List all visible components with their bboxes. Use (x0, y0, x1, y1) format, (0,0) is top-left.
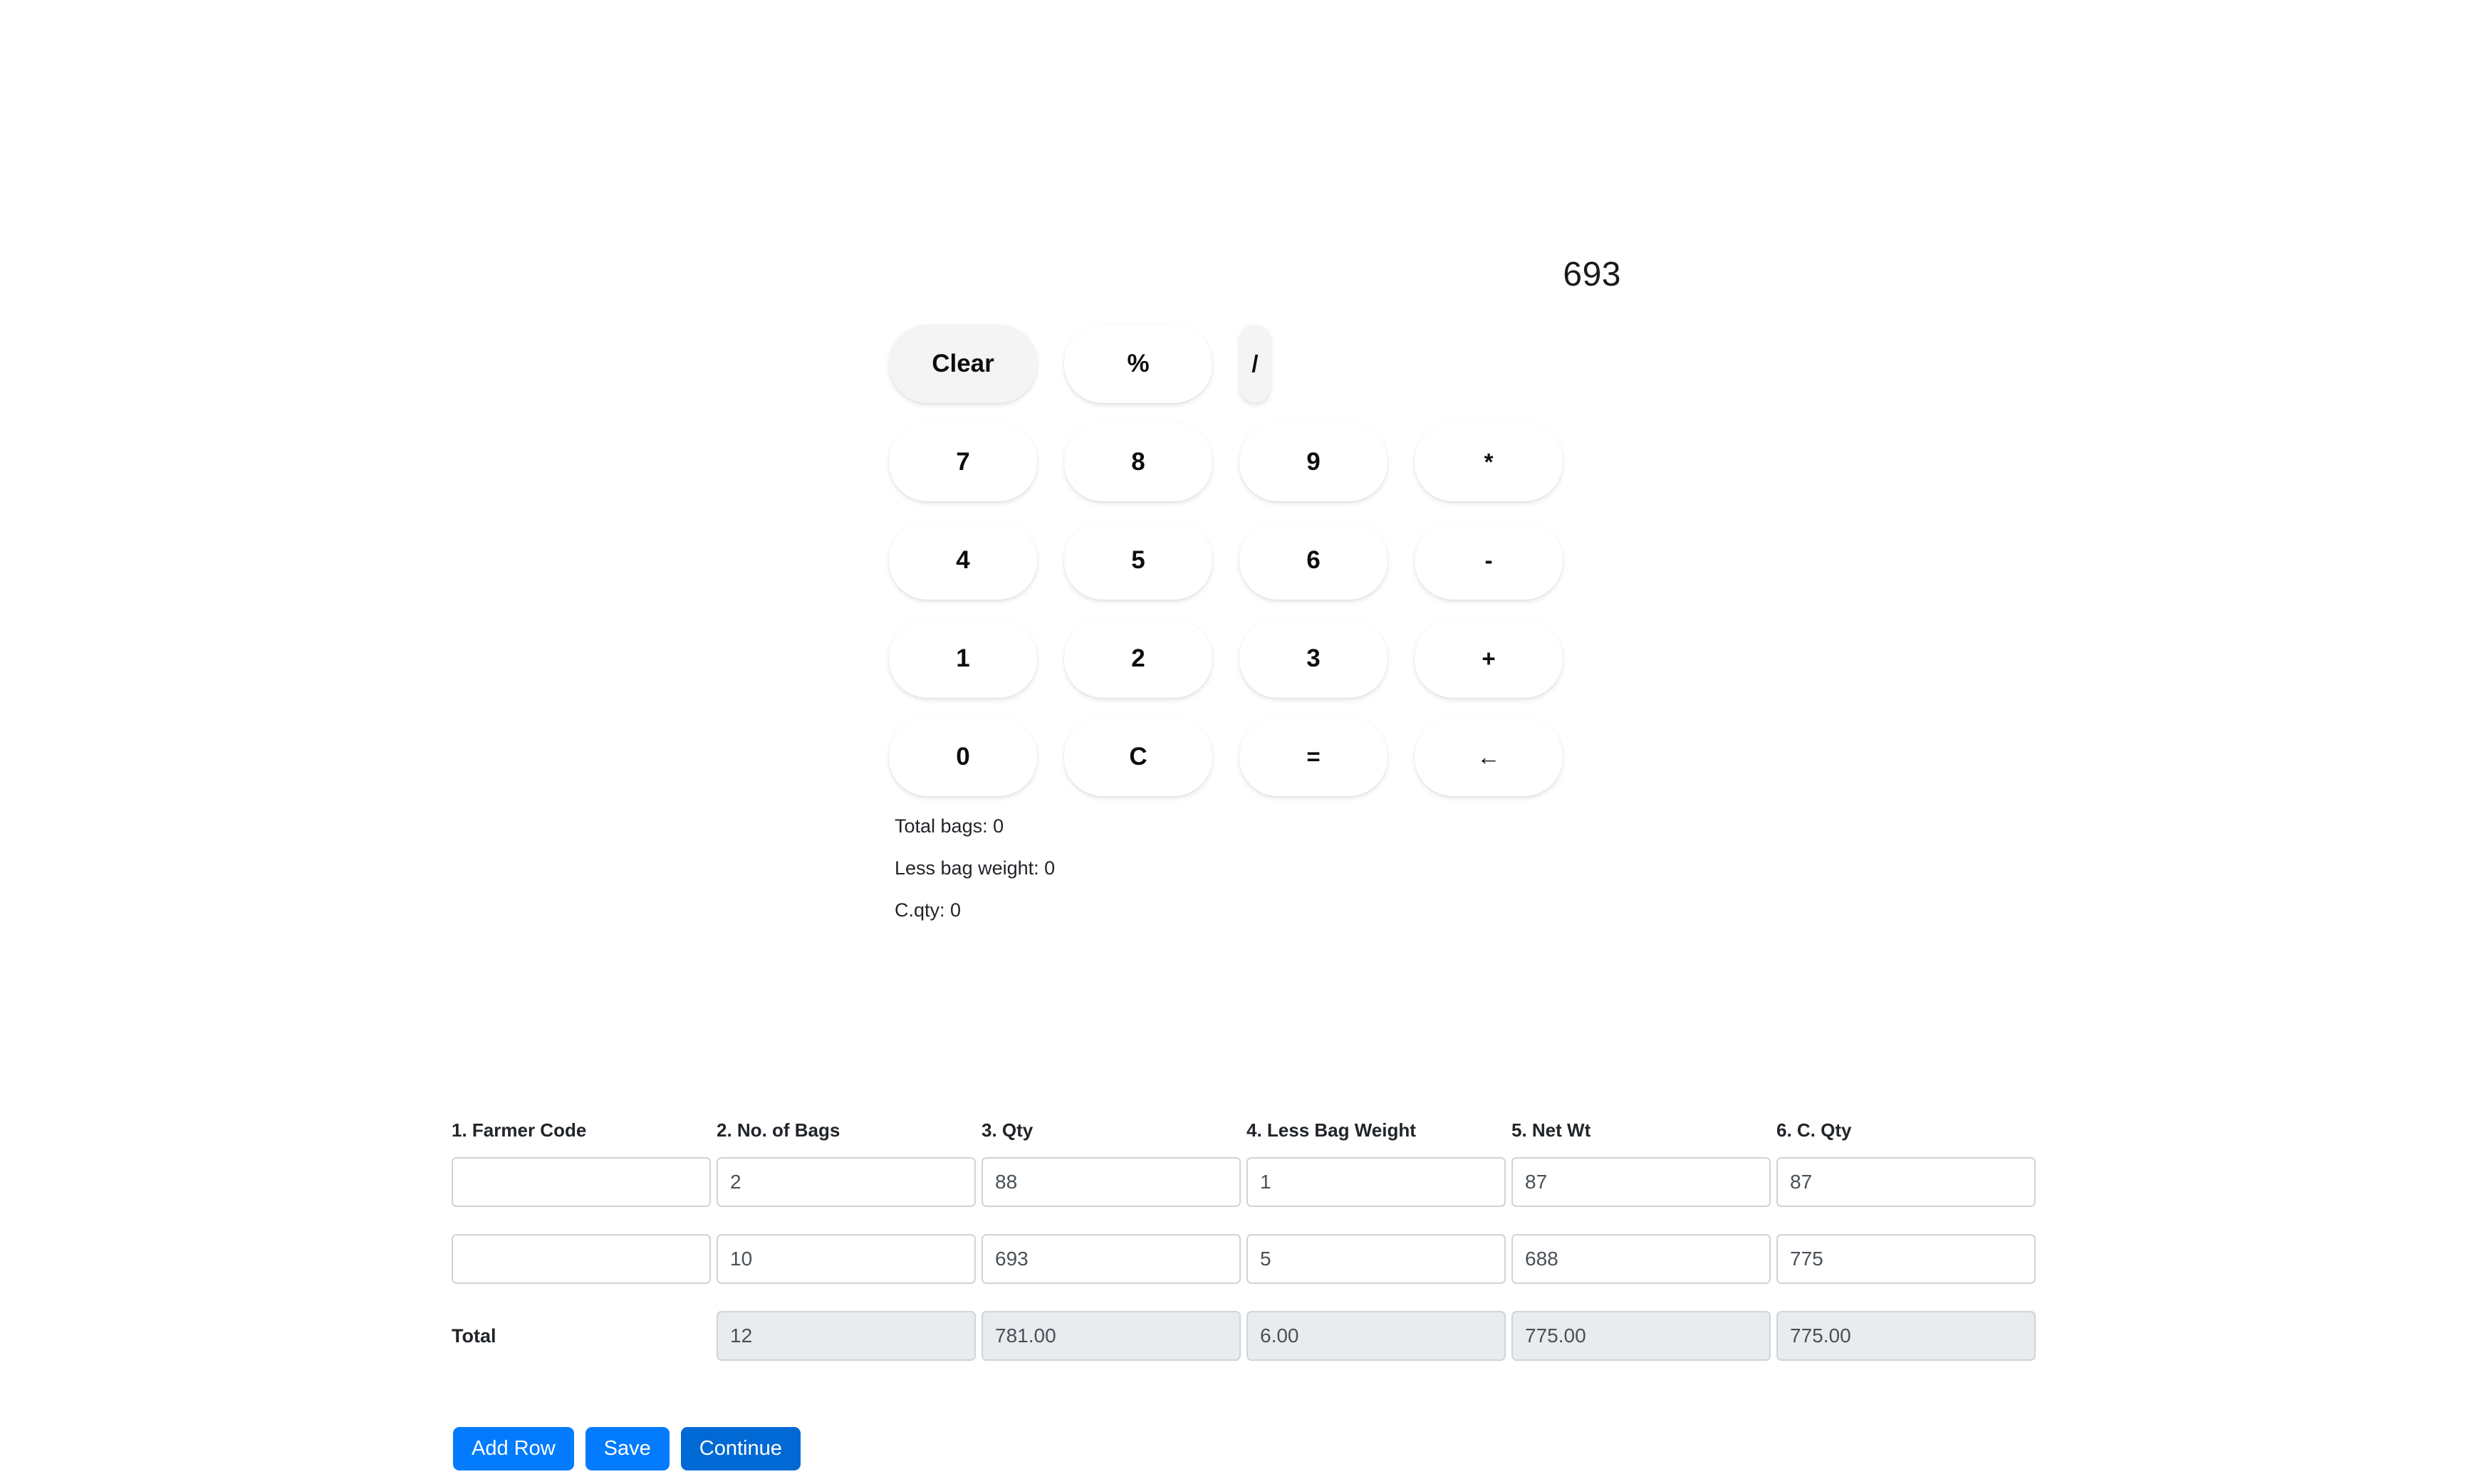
cell-less-bag-weight (1246, 1157, 1511, 1207)
column-header-no-of-bags: 2. No. of Bags (717, 1119, 840, 1141)
input-less-bag-weight-row2[interactable] (1246, 1234, 1506, 1284)
summary-less-bag-weight: Less bag weight: 0 (895, 857, 1056, 879)
table-row (452, 1234, 2054, 1284)
keypad-row-789: 7 8 9 * (889, 423, 1627, 501)
cell-c-qty (1776, 1234, 2041, 1284)
key-3[interactable]: 3 (1239, 620, 1388, 698)
key-c[interactable]: C (1064, 718, 1212, 796)
input-farmer-code-row2[interactable] (452, 1234, 711, 1284)
key-8[interactable]: 8 (1064, 423, 1212, 501)
keypad-row-bottom: 0 C = ← (889, 718, 1627, 796)
input-no-of-bags-row1[interactable] (717, 1157, 976, 1207)
column-header-less-bag-weight: 4. Less Bag Weight (1246, 1119, 1416, 1141)
cell-total-qty (982, 1311, 1246, 1361)
table-total-row: Total (452, 1311, 2054, 1361)
input-total-qty (982, 1311, 1241, 1361)
action-buttons: Add Row Save Continue (453, 1427, 801, 1471)
keypad-row-456: 4 5 6 - (889, 521, 1627, 600)
input-total-no-of-bags (717, 1311, 976, 1361)
input-c-qty-row1[interactable] (1776, 1157, 2036, 1207)
cell-total-less-bag-weight (1246, 1311, 1511, 1361)
continue-button[interactable]: Continue (680, 1427, 801, 1471)
key-0[interactable]: 0 (889, 718, 1037, 796)
total-label: Total (452, 1324, 496, 1347)
table-row (452, 1157, 2054, 1207)
cell-total-c-qty (1776, 1311, 2041, 1361)
cell-total-no-of-bags (717, 1311, 982, 1361)
cell-no-of-bags (717, 1157, 982, 1207)
cell-net-wt (1511, 1234, 1776, 1284)
input-qty-row1[interactable] (982, 1157, 1241, 1207)
input-c-qty-row2[interactable] (1776, 1234, 2036, 1284)
input-total-c-qty (1776, 1311, 2036, 1361)
input-total-less-bag-weight (1246, 1311, 1506, 1361)
column-header-c-qty: 6. C. Qty (1776, 1119, 1852, 1141)
add-row-button[interactable]: Add Row (453, 1427, 574, 1471)
column-header-net-wt: 5. Net Wt (1511, 1119, 1591, 1141)
input-net-wt-row1[interactable] (1511, 1157, 1771, 1207)
summary-total-bags: Total bags: 0 (895, 815, 1004, 837)
key-7[interactable]: 7 (889, 423, 1037, 501)
calculator-summary: Total bags: 0 Less bag weight: 0 C.qty: … (889, 816, 1627, 921)
input-no-of-bags-row2[interactable] (717, 1234, 976, 1284)
summary-c-qty: C.qty: 0 (895, 899, 962, 921)
cell-c-qty (1776, 1157, 2041, 1207)
cell-qty (982, 1234, 1246, 1284)
calculator-keypad: Clear % / 7 8 9 * 4 5 6 - 1 2 3 + 0 C = … (889, 325, 1627, 796)
key-equals[interactable]: = (1239, 718, 1388, 796)
key-2[interactable]: 2 (1064, 620, 1212, 698)
table-header-row: 1. Farmer Code 2. No. of Bags 3. Qty 4. … (452, 1119, 2054, 1157)
cell-qty (982, 1157, 1246, 1207)
cell-less-bag-weight (1246, 1234, 1511, 1284)
key-9[interactable]: 9 (1239, 423, 1388, 501)
keypad-row-functions: Clear % / (889, 325, 1627, 403)
input-qty-row2[interactable] (982, 1234, 1241, 1284)
key-percent[interactable]: % (1064, 325, 1212, 403)
keypad-row-123: 1 2 3 + (889, 620, 1627, 698)
calculator-display: 693 (1563, 256, 1621, 293)
input-total-net-wt (1511, 1311, 1771, 1361)
key-1[interactable]: 1 (889, 620, 1037, 698)
key-plus[interactable]: + (1415, 620, 1563, 698)
key-6[interactable]: 6 (1239, 521, 1388, 600)
key-clear[interactable]: Clear (889, 325, 1037, 403)
entries-table: 1. Farmer Code 2. No. of Bags 3. Qty 4. … (452, 1119, 2054, 1361)
key-5[interactable]: 5 (1064, 521, 1212, 600)
cell-total-net-wt (1511, 1311, 1776, 1361)
column-header-qty: 3. Qty (982, 1119, 1034, 1141)
key-minus[interactable]: - (1415, 521, 1563, 600)
cell-no-of-bags (717, 1234, 982, 1284)
calculator-panel: 693 Clear % / 7 8 9 * 4 5 6 - 1 2 3 + 0 … (889, 256, 1627, 942)
column-header-farmer-code: 1. Farmer Code (452, 1119, 587, 1141)
input-farmer-code-row1[interactable] (452, 1157, 711, 1207)
key-backspace-icon[interactable]: ← (1415, 718, 1563, 796)
key-4[interactable]: 4 (889, 521, 1037, 600)
cell-farmer-code (452, 1157, 717, 1207)
save-button[interactable]: Save (585, 1427, 670, 1471)
cell-net-wt (1511, 1157, 1776, 1207)
key-divide[interactable]: / (1239, 325, 1271, 403)
key-multiply[interactable]: * (1415, 423, 1563, 501)
cell-farmer-code (452, 1234, 717, 1284)
input-less-bag-weight-row1[interactable] (1246, 1157, 1506, 1207)
input-net-wt-row2[interactable] (1511, 1234, 1771, 1284)
